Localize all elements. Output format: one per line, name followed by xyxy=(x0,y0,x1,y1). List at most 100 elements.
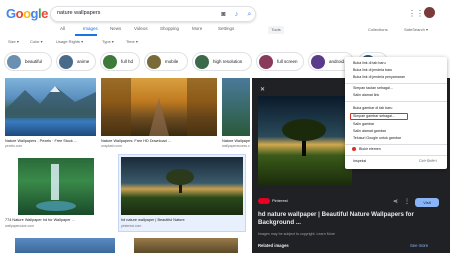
logo-letter: e xyxy=(41,6,48,21)
tab-all[interactable]: All xyxy=(60,26,65,31)
chip-label: mobile xyxy=(165,59,179,64)
pinterest-icon xyxy=(258,198,270,204)
see-more-link[interactable]: See more xyxy=(410,243,428,248)
result-caption[interactable]: Nature Wallpaper ... xyxy=(222,139,250,143)
related-images-heading: Related images xyxy=(258,243,289,248)
filter-color[interactable]: Color ▾ xyxy=(30,39,43,44)
result-caption[interactable]: 774 Nature Wallpaper hd for Wallpaper ..… xyxy=(5,218,117,222)
result-image[interactable] xyxy=(121,157,243,215)
logo-letter: o xyxy=(15,6,24,21)
result-source: unsplash.com xyxy=(101,144,122,148)
filter-size[interactable]: Size ▾ xyxy=(8,39,19,44)
filter-type[interactable]: Type ▾ xyxy=(102,39,114,44)
tab-videos[interactable]: Videos xyxy=(134,26,148,31)
menu-divider xyxy=(345,101,447,102)
tab-more[interactable]: More xyxy=(192,26,202,31)
safesearch-dropdown[interactable]: SafeSearch ▾ xyxy=(404,27,428,32)
chip-label: high resolution xyxy=(213,59,243,64)
chip-anime[interactable]: anime xyxy=(56,52,96,71)
tab-news[interactable]: News xyxy=(110,26,121,31)
chip-thumbnail xyxy=(311,55,325,69)
waterfall-shape xyxy=(36,164,76,211)
menu-item-block-element[interactable]: Blokir elemen xyxy=(359,147,381,151)
copyright-note: Images may be subject to copyright. Lear… xyxy=(258,232,335,236)
result-source: pexels.com xyxy=(5,144,23,148)
menu-divider xyxy=(345,155,447,156)
result-caption[interactable]: Nature Wallpapers: Free HD Download ... xyxy=(101,139,217,143)
autumn-path-shape xyxy=(101,78,217,136)
share-icon[interactable]: ⋖ xyxy=(393,198,398,205)
chip-label: full screen xyxy=(277,59,298,64)
menu-item-copy-link[interactable]: Salin alamat link xyxy=(353,93,379,97)
camera-icon[interactable]: ◙ xyxy=(219,10,228,19)
menu-item-save-link[interactable]: Simpan tautan sebagai... xyxy=(353,86,393,90)
menu-item-inspect[interactable]: Inspeksi xyxy=(353,159,366,163)
chip-thumbnail xyxy=(59,55,73,69)
preview-source[interactable]: Pinterest xyxy=(272,198,288,203)
menu-item-open-new-tab[interactable]: Buka link di tab baru xyxy=(353,61,386,65)
chip-thumbnail xyxy=(259,55,273,69)
tab-images[interactable]: Images xyxy=(83,26,98,31)
result-image[interactable] xyxy=(15,238,115,253)
adblock-icon xyxy=(352,147,356,151)
settings-link[interactable]: Settings xyxy=(218,26,234,31)
result-image[interactable] xyxy=(101,78,217,136)
menu-item-copy-image-address[interactable]: Salin alamat gambar xyxy=(353,129,386,133)
tab-shopping[interactable]: Shopping xyxy=(160,26,179,31)
inspect-shortcut: Ctrl+Shift+I xyxy=(419,159,437,163)
chip-beautiful[interactable]: beautiful xyxy=(4,52,52,71)
result-image[interactable] xyxy=(134,238,238,253)
result-image[interactable] xyxy=(222,78,250,136)
menu-item-search-google[interactable]: Telusuri Google untuk gambar xyxy=(353,136,401,140)
tree-silhouette xyxy=(282,119,326,156)
menu-divider xyxy=(345,83,447,84)
filter-time[interactable]: Time ▾ xyxy=(126,39,138,44)
more-options-icon[interactable]: ⋮ xyxy=(404,198,410,205)
search-input[interactable]: nature wallpapers xyxy=(57,10,100,16)
menu-item-copy-image[interactable]: Salin gambar xyxy=(353,122,374,126)
active-tab-indicator xyxy=(75,34,97,36)
result-image[interactable] xyxy=(18,158,94,215)
chip-label: android xyxy=(329,59,345,64)
tree-sunset-shape xyxy=(166,169,194,193)
chip-mobile[interactable]: mobile xyxy=(144,52,188,71)
chip-label: anime xyxy=(77,59,90,64)
menu-item-open-incognito[interactable]: Buka link di jendela penyamaran xyxy=(353,75,405,79)
menu-item-save-image[interactable]: Simpan gambar sebagai... xyxy=(353,114,395,118)
mountain-shape xyxy=(5,86,96,118)
result-image[interactable] xyxy=(5,78,96,136)
chip-thumbnail xyxy=(147,55,161,69)
chip-thumbnail xyxy=(7,55,21,69)
context-menu: Buka link di tab baru Buka link di jende… xyxy=(345,57,447,169)
menu-divider xyxy=(345,144,447,145)
google-logo[interactable]: Google xyxy=(6,6,48,21)
result-source: pinterest.com xyxy=(121,224,142,228)
result-caption[interactable]: hd nature wallpaper | Beautiful Nature xyxy=(121,218,243,222)
microphone-icon[interactable]: ♪ xyxy=(232,10,241,19)
result-source: wallpaperaccess.com xyxy=(222,144,250,148)
close-icon[interactable]: ✕ xyxy=(260,86,265,93)
logo-letter: g xyxy=(30,6,39,21)
chip-high-resolution[interactable]: high resolution xyxy=(192,52,252,71)
apps-grid-icon[interactable]: ⋮⋮ xyxy=(408,9,424,18)
filter-usage-rights[interactable]: Usage Rights ▾ xyxy=(56,39,83,44)
chip-thumbnail xyxy=(103,55,117,69)
search-box[interactable]: nature wallpapers ◙ ♪ ⌕ xyxy=(50,6,256,22)
logo-letter: G xyxy=(6,6,16,21)
logo-letter: o xyxy=(23,6,31,21)
preview-title[interactable]: hd nature wallpaper | Beautiful Nature W… xyxy=(258,211,444,227)
visit-button[interactable]: Visit xyxy=(415,198,439,207)
collections-link[interactable]: Collections xyxy=(368,27,388,32)
result-source: wallpapercave.com xyxy=(5,224,35,228)
chip-full-hd[interactable]: full hd xyxy=(100,52,140,71)
search-icon[interactable]: ⌕ xyxy=(245,10,254,19)
avatar[interactable] xyxy=(424,7,435,18)
menu-item-open-new-window[interactable]: Buka link di jendela baru xyxy=(353,68,392,72)
preview-image[interactable] xyxy=(258,96,352,186)
chip-thumbnail xyxy=(195,55,209,69)
result-caption[interactable]: Nature Wallpapers - Pexels · Free Stock … xyxy=(5,139,96,143)
menu-item-open-image-new-tab[interactable]: Buka gambar di tab baru xyxy=(353,106,392,110)
chip-label: beautiful xyxy=(25,59,43,64)
tools-button[interactable]: Tools xyxy=(268,26,284,34)
chip-full-screen[interactable]: full screen xyxy=(256,52,304,71)
